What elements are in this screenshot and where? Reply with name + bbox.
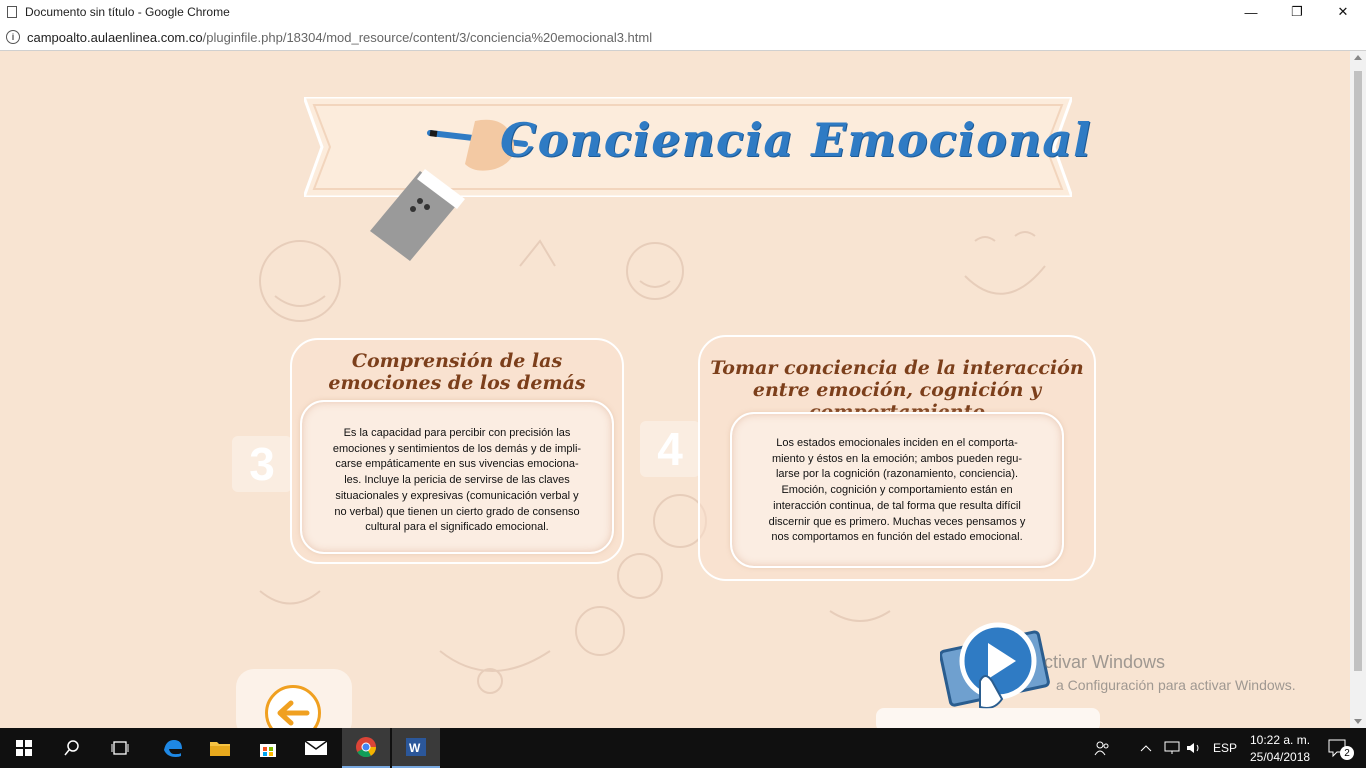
activation-watermark-title: ctivar Windows — [1044, 652, 1166, 672]
task-view-icon — [111, 741, 129, 755]
restore-button[interactable]: ❐ — [1274, 0, 1320, 24]
url-host: campoalto.aulaenlinea.com.co — [27, 29, 203, 45]
folder-icon — [210, 742, 230, 756]
scrollbar-thumb[interactable] — [1354, 71, 1362, 671]
search-button[interactable] — [48, 728, 96, 768]
card-body-line: no verbal) que tienen un cierto grado de… — [334, 505, 580, 518]
card-number-3: 3 — [232, 436, 292, 492]
window-titlebar: Documento sin título - Google Chrome — ❐… — [0, 0, 1366, 24]
card-title: Comprensión de las emociones de los demá… — [292, 350, 622, 394]
page-content: Conciencia Emocional 3 4 Comprensión de … — [0, 51, 1350, 728]
taskbar-edge[interactable] — [148, 728, 196, 768]
address-bar[interactable]: i campoalto.aulaenlinea.com.co/pluginfil… — [0, 24, 1366, 51]
language-indicator[interactable]: ESP — [1213, 741, 1237, 755]
people-icon — [1094, 741, 1109, 756]
card-title-line1: Comprensión de las — [351, 350, 563, 372]
url-text[interactable]: campoalto.aulaenlinea.com.co/pluginfile.… — [27, 30, 652, 45]
word-icon: W — [406, 738, 426, 756]
card-body: Los estados emocionales inciden en el co… — [730, 412, 1064, 568]
card-body-line: emociones y sentimientos de los demás y … — [332, 442, 582, 455]
svg-text:W: W — [409, 741, 421, 755]
window-title: Documento sin título - Google Chrome — [25, 5, 230, 19]
store-icon — [260, 744, 276, 757]
card-comprension: Comprensión de las emociones de los demá… — [290, 338, 624, 564]
edge-icon — [164, 740, 182, 757]
taskbar-word[interactable]: W — [392, 728, 440, 768]
taskbar-store[interactable] — [244, 728, 292, 768]
card-body-line: situacionales y expresivas (comunicación… — [335, 489, 579, 502]
windows-logo-icon — [16, 740, 32, 756]
card-body-line: discernir que es primero. Muchas veces p… — [768, 515, 1026, 528]
start-button[interactable] — [0, 728, 48, 768]
card-body-line: carse empáticamente en sus vivencias emo… — [335, 458, 579, 471]
clock-time[interactable]: 10:22 a. m. — [1250, 733, 1310, 747]
card-tomar-conciencia: Tomar conciencia de la interacción entre… — [698, 335, 1096, 581]
clock-date[interactable]: 25/04/2018 — [1250, 750, 1310, 764]
play-video-button[interactable] — [940, 621, 1060, 721]
minimize-button[interactable]: — — [1228, 0, 1274, 24]
volume-icon — [1187, 743, 1199, 753]
notification-count: 2 — [1340, 746, 1354, 760]
taskbar-chrome[interactable] — [342, 728, 390, 768]
network-icon — [1164, 741, 1180, 754]
card-title-line1: Tomar conciencia de la interacción — [710, 357, 1084, 379]
card-body-line: miento y éstos en la emoción; ambos pued… — [771, 452, 1023, 465]
page-title: Conciencia Emocional — [500, 113, 1092, 167]
card-body-line: nos comportamos en función del estado em… — [771, 531, 1023, 544]
scroll-up-icon[interactable] — [1354, 55, 1362, 60]
window-controls: — ❐ ✕ — [1228, 0, 1366, 24]
card-title-line2: emociones de los demás — [328, 372, 586, 394]
chrome-icon — [356, 737, 377, 758]
close-button[interactable]: ✕ — [1320, 0, 1366, 24]
card-body-line: Es la capacidad para percibir con precis… — [343, 427, 571, 439]
card-number-4: 4 — [640, 421, 700, 477]
card-body-line: interacción continua, de tal forma que r… — [773, 499, 1021, 512]
chevron-up-icon — [1140, 745, 1152, 752]
card-body-line: les. Incluye la pericia de servirse de l… — [344, 474, 570, 487]
taskbar-mail[interactable] — [292, 728, 340, 768]
card-body-line: larse por la cognición (razonamiento, co… — [775, 468, 1019, 481]
action-center-button[interactable]: 2 — [1318, 728, 1358, 768]
people-button[interactable] — [1087, 728, 1117, 768]
task-view-button[interactable] — [96, 728, 144, 768]
card-body-line: cultural para el significado emocional. — [365, 521, 549, 534]
scroll-down-icon[interactable] — [1354, 719, 1362, 724]
volume-button[interactable] — [1182, 728, 1206, 768]
document-icon — [7, 6, 17, 18]
card-body: Es la capacidad para percibir con precis… — [300, 400, 614, 554]
site-info-icon[interactable]: i — [6, 30, 20, 44]
arrow-left-icon — [277, 700, 310, 726]
tray-expand-button[interactable] — [1134, 728, 1158, 768]
url-path: /pluginfile.php/18304/mod_resource/conte… — [202, 29, 653, 45]
vertical-scrollbar[interactable] — [1350, 51, 1366, 728]
search-icon — [64, 740, 79, 756]
windows-taskbar: W ESP 10:22 a. m. 25/04/2018 2 — [0, 728, 1366, 768]
network-button[interactable] — [1160, 728, 1184, 768]
activation-watermark-text: a Configuración para activar Windows. — [1056, 677, 1296, 693]
mail-icon — [304, 740, 328, 755]
card-body-line: Los estados emocionales inciden en el co… — [776, 437, 1018, 449]
bottom-label-strip — [876, 708, 1100, 728]
card-body-line: Emoción, cognición y comportamiento está… — [781, 484, 1013, 497]
taskbar-file-explorer[interactable] — [196, 728, 244, 768]
